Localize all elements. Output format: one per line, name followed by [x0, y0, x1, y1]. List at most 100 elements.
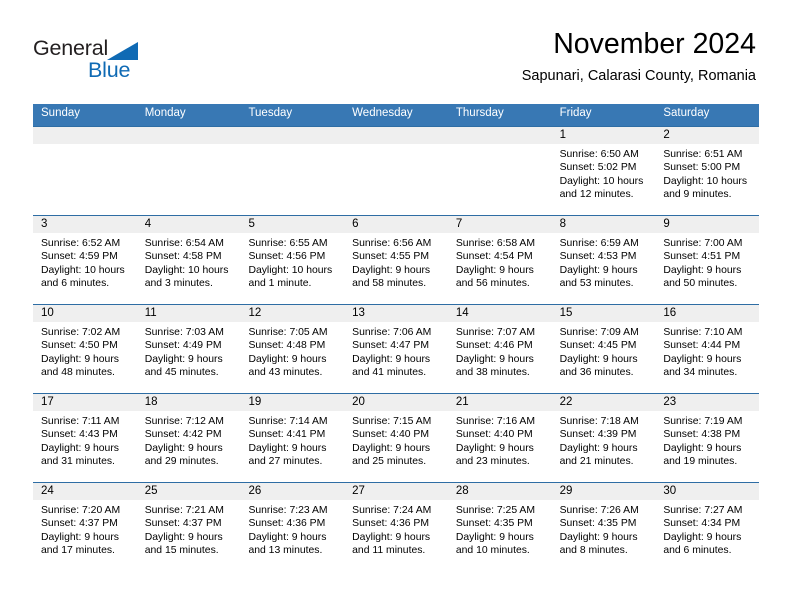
- sunset-text: Sunset: 4:53 PM: [559, 251, 637, 263]
- sunset-text: Sunset: 4:34 PM: [663, 518, 741, 530]
- sunrise-text: Sunrise: 7:23 AM: [248, 505, 328, 516]
- sunrise-text: Sunrise: 7:06 AM: [352, 327, 432, 338]
- calendar-week-row: 3 Sunrise: 6:52 AM Sunset: 4:59 PM Daylight…: [33, 215, 760, 304]
- day-number: [240, 127, 345, 144]
- day-number: 13: [344, 305, 448, 322]
- day-sun-info: Sunrise: 7:27 AM Sunset: 4:34 PM Daylight:…: [655, 500, 759, 557]
- calendar-day-cell[interactable]: 28 Sunrise: 7:25 AM Sunset: 4:35 PM Dayligh…: [447, 483, 552, 571]
- calendar-day-cell[interactable]: 6 Sunrise: 6:56 AM Sunset: 4:55 PM Daylight…: [344, 216, 448, 304]
- sunset-text: Sunset: 4:44 PM: [663, 340, 741, 352]
- day-number: 27: [344, 483, 448, 500]
- day-number: 25: [136, 483, 241, 500]
- sunset-text: Sunset: 4:41 PM: [248, 429, 326, 441]
- sunrise-text: Sunrise: 7:15 AM: [352, 416, 432, 427]
- brand-name-blue: Blue: [88, 58, 131, 82]
- sunrise-text: Sunrise: 7:11 AM: [41, 416, 120, 427]
- day-number: 16: [655, 305, 760, 322]
- calendar-day-cell[interactable]: 3 Sunrise: 6:52 AM Sunset: 4:59 PM Daylight…: [33, 216, 137, 304]
- sunset-text: Sunset: 4:58 PM: [144, 251, 222, 263]
- calendar-day-cell[interactable]: 1 Sunrise: 6:50 AM Sunset: 5:02 PM Daylight…: [551, 127, 656, 215]
- calendar-day-cell[interactable]: 13 Sunrise: 7:06 AM Sunset: 4:47 PM Dayligh…: [344, 305, 448, 393]
- calendar-day-cell[interactable]: 9 Sunrise: 7:00 AM Sunset: 4:51 PM Daylight…: [655, 216, 760, 304]
- calendar-day-cell[interactable]: 21 Sunrise: 7:16 AM Sunset: 4:40 PM Dayligh…: [447, 394, 552, 482]
- day-sun-info: Sunrise: 7:26 AM Sunset: 4:35 PM Daylight:…: [552, 500, 656, 557]
- daylight-text: Daylight: 9 hours and 8 minutes.: [559, 531, 638, 556]
- day-number: 21: [447, 394, 552, 411]
- day-number: 8: [551, 216, 656, 233]
- calendar-day-cell[interactable]: 14 Sunrise: 7:07 AM Sunset: 4:46 PM Dayligh…: [447, 305, 552, 393]
- daylight-text: Daylight: 9 hours and 48 minutes.: [41, 353, 119, 378]
- sunrise-text: Sunrise: 7:19 AM: [663, 416, 743, 427]
- day-sun-info: Sunrise: 6:55 AM Sunset: 4:56 PM Daylight:…: [240, 233, 344, 290]
- sunrise-text: Sunrise: 7:14 AM: [248, 416, 328, 427]
- daylight-text: Daylight: 9 hours and 11 minutes.: [352, 531, 431, 556]
- sunrise-text: Sunrise: 6:55 AM: [248, 238, 328, 249]
- calendar-day-cell[interactable]: 27 Sunrise: 7:24 AM Sunset: 4:36 PM Dayligh…: [344, 483, 448, 571]
- sunrise-text: Sunrise: 7:09 AM: [559, 327, 639, 338]
- daylight-text: Daylight: 9 hours and 38 minutes.: [455, 353, 534, 378]
- calendar-day-cell[interactable]: 25 Sunrise: 7:21 AM Sunset: 4:37 PM Dayligh…: [136, 483, 241, 571]
- daylight-text: Daylight: 9 hours and 13 minutes.: [248, 531, 327, 556]
- calendar-day-cell[interactable]: 22 Sunrise: 7:18 AM Sunset: 4:39 PM Dayligh…: [551, 394, 656, 482]
- sunrise-text: Sunrise: 7:26 AM: [559, 505, 639, 516]
- day-number: 15: [551, 305, 656, 322]
- sunset-text: Sunset: 4:36 PM: [352, 518, 429, 530]
- day-number: 5: [240, 216, 345, 233]
- calendar-day-cell[interactable]: 24 Sunrise: 7:20 AM Sunset: 4:37 PM Dayligh…: [33, 483, 137, 571]
- calendar-day-cell[interactable]: 4 Sunrise: 6:54 AM Sunset: 4:58 PM Daylight…: [136, 216, 241, 304]
- day-sun-info: Sunrise: 6:50 AM Sunset: 5:02 PM Daylight:…: [552, 144, 656, 201]
- daylight-text: Daylight: 9 hours and 29 minutes.: [144, 442, 223, 467]
- daylight-text: Daylight: 9 hours and 58 minutes.: [352, 264, 431, 289]
- sunrise-text: Sunrise: 7:21 AM: [144, 505, 224, 516]
- calendar-day-cell[interactable]: 17 Sunrise: 7:11 AM Sunset: 4:43 PM Dayligh…: [33, 394, 137, 482]
- calendar-day-cell[interactable]: 12 Sunrise: 7:05 AM Sunset: 4:48 PM Dayligh…: [240, 305, 345, 393]
- sunrise-text: Sunrise: 7:05 AM: [248, 327, 328, 338]
- day-sun-info: Sunrise: 6:52 AM Sunset: 4:59 PM Daylight:…: [33, 233, 137, 290]
- calendar-day-cell[interactable]: 30 Sunrise: 7:27 AM Sunset: 4:34 PM Dayligh…: [655, 483, 760, 571]
- daylight-text: Daylight: 9 hours and 53 minutes.: [559, 264, 638, 289]
- calendar-day-cell[interactable]: 10 Sunrise: 7:02 AM Sunset: 4:50 PM Dayligh…: [33, 305, 137, 393]
- day-number: 7: [447, 216, 552, 233]
- daylight-text: Daylight: 9 hours and 31 minutes.: [41, 442, 119, 467]
- calendar-day-cell[interactable]: 11 Sunrise: 7:03 AM Sunset: 4:49 PM Dayligh…: [136, 305, 241, 393]
- calendar-day-cell[interactable]: 5 Sunrise: 6:55 AM Sunset: 4:56 PM Daylight…: [240, 216, 345, 304]
- calendar-day-cell[interactable]: 2 Sunrise: 6:51 AM Sunset: 5:00 PM Daylight…: [655, 127, 760, 215]
- sunset-text: Sunset: 4:56 PM: [248, 251, 326, 263]
- calendar-day-cell[interactable]: 15 Sunrise: 7:09 AM Sunset: 4:45 PM Dayligh…: [551, 305, 656, 393]
- brand-logo[interactable]: General Blue: [33, 36, 263, 90]
- calendar-day-cell[interactable]: 16 Sunrise: 7:10 AM Sunset: 4:44 PM Dayligh…: [655, 305, 760, 393]
- sunrise-text: Sunrise: 7:25 AM: [455, 505, 536, 516]
- sunset-text: Sunset: 4:54 PM: [455, 251, 533, 263]
- daylight-text: Daylight: 10 hours and 3 minutes.: [144, 264, 229, 289]
- day-number: 1: [551, 127, 656, 144]
- calendar-day-cell[interactable]: 26 Sunrise: 7:23 AM Sunset: 4:36 PM Dayligh…: [240, 483, 345, 571]
- weekday-header-tuesday: Tuesday: [248, 107, 293, 119]
- calendar-day-cell[interactable]: 19 Sunrise: 7:14 AM Sunset: 4:41 PM Dayligh…: [240, 394, 345, 482]
- sunrise-text: Sunrise: 7:20 AM: [41, 505, 121, 516]
- calendar-day-cell[interactable]: 20 Sunrise: 7:15 AM Sunset: 4:40 PM Dayligh…: [344, 394, 448, 482]
- calendar-day-cell[interactable]: 29 Sunrise: 7:26 AM Sunset: 4:35 PM Dayligh…: [551, 483, 656, 571]
- sunset-text: Sunset: 4:45 PM: [559, 340, 637, 352]
- day-sun-info: Sunrise: 7:02 AM Sunset: 4:50 PM Daylight:…: [33, 322, 137, 379]
- day-number: 9: [655, 216, 760, 233]
- day-number: 14: [447, 305, 552, 322]
- day-number: [136, 127, 241, 144]
- weekday-header-row: Sunday Monday Tuesday Wednesday Thursday Frid…: [33, 104, 759, 126]
- calendar-day-cell[interactable]: 23 Sunrise: 7:19 AM Sunset: 4:38 PM Dayligh…: [655, 394, 760, 482]
- sunset-text: Sunset: 4:59 PM: [41, 251, 118, 263]
- calendar-day-cell[interactable]: 8 Sunrise: 6:59 AM Sunset: 4:53 PM Daylight…: [551, 216, 656, 304]
- daylight-text: Daylight: 9 hours and 50 minutes.: [663, 264, 742, 289]
- calendar-day-cell-empty: [447, 127, 552, 215]
- calendar-weeks: 1 Sunrise: 6:50 AM Sunset: 5:02 PM Daylight…: [33, 126, 760, 571]
- day-number: 11: [136, 305, 241, 322]
- calendar-grid: Sunday Monday Tuesday Wednesday Thursday Frid…: [33, 104, 760, 571]
- calendar-day-cell-empty: [240, 127, 345, 215]
- day-number: 19: [240, 394, 345, 411]
- calendar-day-cell[interactable]: 7 Sunrise: 6:58 AM Sunset: 4:54 PM Daylight…: [447, 216, 552, 304]
- daylight-text: Daylight: 9 hours and 10 minutes.: [455, 531, 534, 556]
- day-number: 2: [655, 127, 760, 144]
- sunrise-text: Sunrise: 7:24 AM: [352, 505, 432, 516]
- calendar-day-cell[interactable]: 18 Sunrise: 7:12 AM Sunset: 4:42 PM Dayligh…: [136, 394, 241, 482]
- day-number: 30: [655, 483, 760, 500]
- day-sun-info: Sunrise: 7:14 AM Sunset: 4:41 PM Daylight:…: [240, 411, 344, 468]
